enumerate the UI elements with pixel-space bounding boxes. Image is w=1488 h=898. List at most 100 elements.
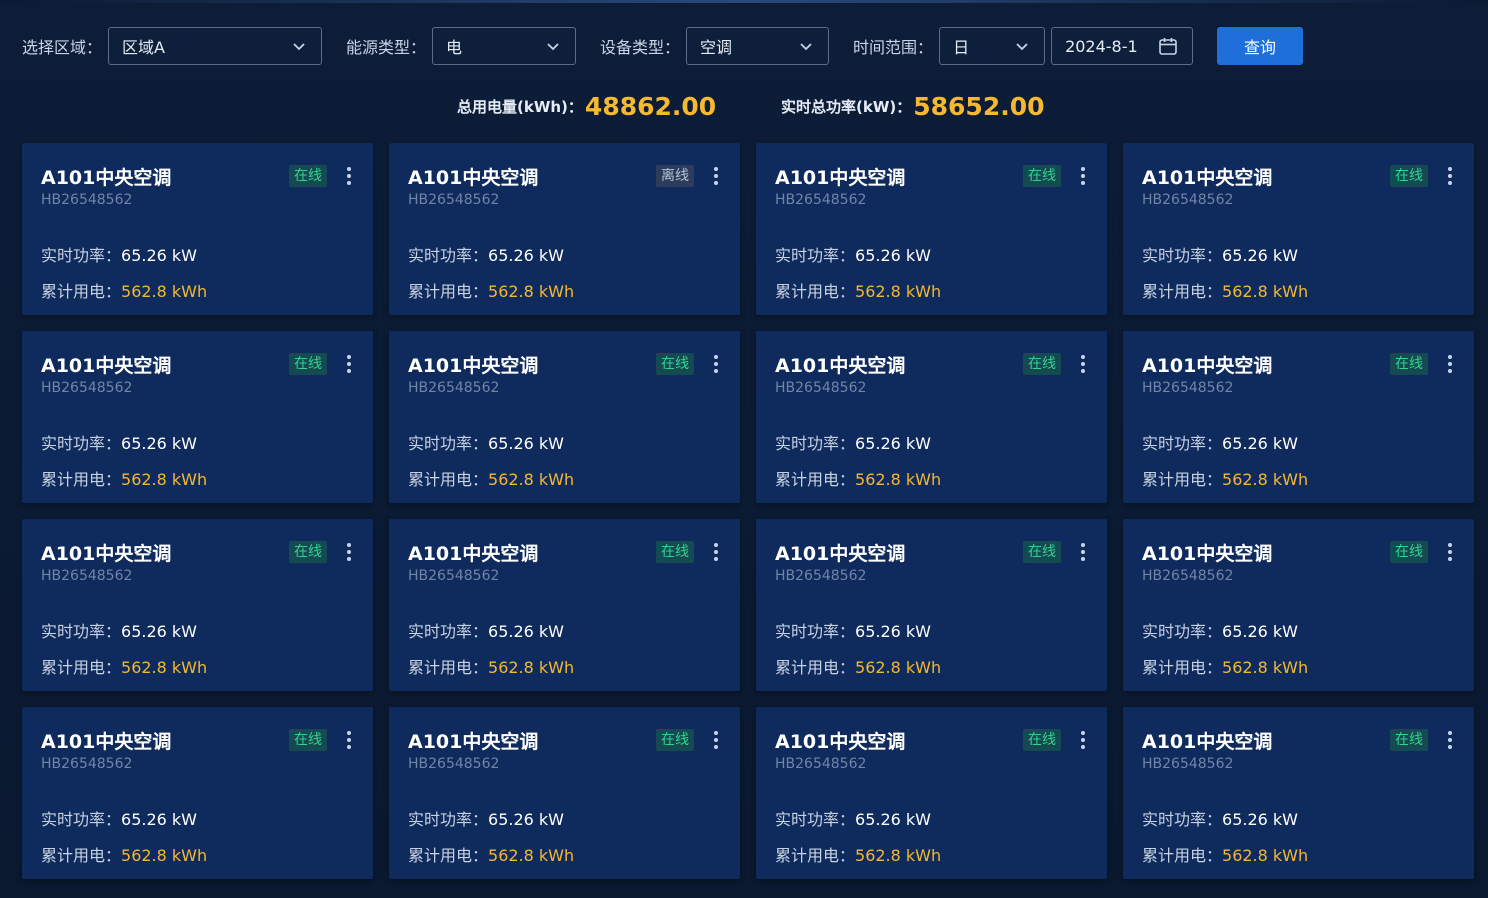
realtime-power: 实时功率：65.26 kW <box>41 242 197 266</box>
chevron-down-icon <box>293 43 305 51</box>
device-serial: HB26548562 <box>408 756 500 772</box>
device-serial: HB26548562 <box>775 192 867 208</box>
device-serial: HB26548562 <box>408 192 500 208</box>
energy-label: 累计用电： <box>1142 470 1223 489</box>
device-card[interactable]: A101中央空调 HB26548562 在线实时功率：65.26 kW 累计用电：56… <box>389 331 740 503</box>
more-vertical-icon[interactable] <box>1077 353 1089 375</box>
total-power-label: 实时总功率(kW)： <box>781 97 912 116</box>
device-name: A101中央空调 <box>408 731 539 753</box>
status-badge: 在线 <box>1023 541 1061 563</box>
device-card[interactable]: A101中央空调 HB26548562 在线 实时功率：65.26 kW 累计用电：56… <box>756 331 1107 503</box>
status-badge: 在线 <box>656 353 694 375</box>
device-card[interactable]: A101中央空调 HB26548562 在线 实时功率：65.26 kW 累计用电：56… <box>22 519 373 691</box>
more-vertical-icon[interactable] <box>1444 729 1456 751</box>
device-name: A101中央空调 <box>41 167 172 189</box>
energy-label: 累计用电： <box>41 846 122 865</box>
more-vertical-icon[interactable] <box>710 729 722 751</box>
device-card[interactable]: A101中央空调 HB26548562 在线 实时功率：65.26 kW 累计用电：56… <box>22 143 373 315</box>
energy-value: 562.8 kWh <box>121 658 208 677</box>
more-vertical-icon[interactable] <box>1077 541 1089 563</box>
device-name: A101中央空调 <box>408 355 539 377</box>
power-label: 实时功率： <box>775 434 856 453</box>
device-card[interactable]: A101中央空调 HB26548562 在线 实时功率：65.26 kW 累计用电：56… <box>756 143 1107 315</box>
cumulative-energy: 累计用电：562.8 kWh <box>408 466 574 490</box>
device-card[interactable]: A101中央空调 HB26548562 在线 实时功率：65.26 kW 累计用电：56… <box>389 519 740 691</box>
device-name: A101中央空调 <box>41 731 172 753</box>
status-badge: 在线 <box>1390 353 1428 375</box>
cumulative-energy: 累计用电：562.8 kWh <box>408 278 574 302</box>
realtime-power: 实时功率：65.26 kW <box>408 430 564 454</box>
cumulative-energy: 累计用电：562.8 kWh <box>775 842 941 866</box>
power-label: 实时功率： <box>408 434 489 453</box>
device-card[interactable]: A101中央空调 HB26548562 在线 实时功率：65.26 kW 累计用电：56… <box>756 519 1107 691</box>
device-card[interactable]: A101中央空调 HB26548562 在线 实时功率：65.26 kW 累计用电：56… <box>1123 707 1474 879</box>
device-serial: HB26548562 <box>775 380 867 396</box>
device-card[interactable]: A101中央空调 HB26548562 在线 实时功率：65.26 kW 累计用电：56… <box>1123 331 1474 503</box>
more-vertical-icon[interactable] <box>710 353 722 375</box>
power-value: 65.26 kW <box>855 434 931 453</box>
device-card[interactable]: A101中央空调 HB26548562 在线 实时功率：65.26 kW 累计用电：56… <box>22 331 373 503</box>
more-vertical-icon[interactable] <box>343 165 355 187</box>
query-button[interactable]: 查询 <box>1217 27 1304 65</box>
chevron-down-icon <box>800 43 812 51</box>
realtime-power: 实时功率：65.26 kW <box>775 430 931 454</box>
more-vertical-icon[interactable] <box>343 541 355 563</box>
cumulative-energy: 累计用电：562.8 kWh <box>1142 654 1308 678</box>
device-serial: HB26548562 <box>408 380 500 396</box>
date-picker[interactable]: 2024-8-1 <box>1051 27 1194 65</box>
power-label: 实时功率： <box>408 246 489 265</box>
energy-value: 562.8 kWh <box>488 470 575 489</box>
power-label: 实时功率： <box>1142 622 1223 641</box>
more-vertical-icon[interactable] <box>1444 353 1456 375</box>
realtime-power: 实时功率：65.26 kW <box>41 618 197 642</box>
power-value: 65.26 kW <box>488 434 564 453</box>
chevron-down-icon <box>547 43 559 51</box>
power-label: 实时功率： <box>41 434 122 453</box>
more-vertical-icon[interactable] <box>343 353 355 375</box>
total-energy-value: 48862.00 <box>584 91 717 121</box>
energy-value: 562.8 kWh <box>855 846 942 865</box>
cumulative-energy: 累计用电：562.8 kWh <box>41 654 207 678</box>
device-card[interactable]: A101中央空调 HB26548562 在线 实时功率：65.26 kW 累计用电：56… <box>1123 519 1474 691</box>
energy-select[interactable]: 电 <box>432 27 577 65</box>
status-badge: 在线 <box>1023 353 1061 375</box>
time-range-select[interactable]: 日 <box>939 27 1046 65</box>
filter-bar: 选择区域： 区域A 能源类型： 电 设备类型： 空调 时间范围： 日 2024-… <box>22 27 1304 65</box>
more-vertical-icon[interactable] <box>710 541 722 563</box>
power-value: 65.26 kW <box>855 622 931 641</box>
status-badge: 在线 <box>289 541 327 563</box>
device-card[interactable]: A101中央空调 HB26548562 离线 实时功率：65.26 kW 累计用电：56… <box>389 143 740 315</box>
more-vertical-icon[interactable] <box>1077 729 1089 751</box>
power-value: 65.26 kW <box>488 622 564 641</box>
device-card[interactable]: A101中央空调 HB26548562 在线 实时功率：65.26 kW 累计用电：56… <box>389 707 740 879</box>
region-select[interactable]: 区域A <box>108 27 323 65</box>
realtime-power: 实时功率：65.26 kW <box>775 618 931 642</box>
region-value: 区域A <box>122 38 165 57</box>
time-label: 时间范围： <box>853 38 934 57</box>
power-value: 65.26 kW <box>121 622 197 641</box>
more-vertical-icon[interactable] <box>710 165 722 187</box>
device-serial: HB26548562 <box>1142 568 1234 584</box>
realtime-power: 实时功率：65.26 kW <box>1142 618 1298 642</box>
energy-label: 累计用电： <box>408 658 489 677</box>
device-value: 空调 <box>700 38 733 57</box>
more-vertical-icon[interactable] <box>1077 165 1089 187</box>
energy-label: 累计用电： <box>1142 658 1223 677</box>
device-card[interactable]: A101中央空调 HB26548562 在线 实时功率：65.26 kW 累计用电：56… <box>22 707 373 879</box>
device-name: A101中央空调 <box>41 355 172 377</box>
status-badge: 在线 <box>1390 165 1428 187</box>
device-select[interactable]: 空调 <box>686 27 830 65</box>
device-card[interactable]: A101中央空调 HB26548562 在线 实时功率：65.26 kW 累计用电：56… <box>756 707 1107 879</box>
energy-value: 562.8 kWh <box>1222 470 1309 489</box>
power-label: 实时功率： <box>41 246 122 265</box>
energy-label: 能源类型： <box>346 38 427 57</box>
status-badge: 在线 <box>1023 729 1061 751</box>
more-vertical-icon[interactable] <box>1444 165 1456 187</box>
status-badge: 在线 <box>1390 541 1428 563</box>
more-vertical-icon[interactable] <box>343 729 355 751</box>
more-vertical-icon[interactable] <box>1444 541 1456 563</box>
cumulative-energy: 累计用电：562.8 kWh <box>1142 278 1308 302</box>
total-energy-summary: 总用电量(kWh)： 48862.00 <box>457 86 716 126</box>
status-badge: 在线 <box>289 729 327 751</box>
device-card[interactable]: A101中央空调 HB26548562 在线 实时功率：65.26 kW 累计用电：56… <box>1123 143 1474 315</box>
